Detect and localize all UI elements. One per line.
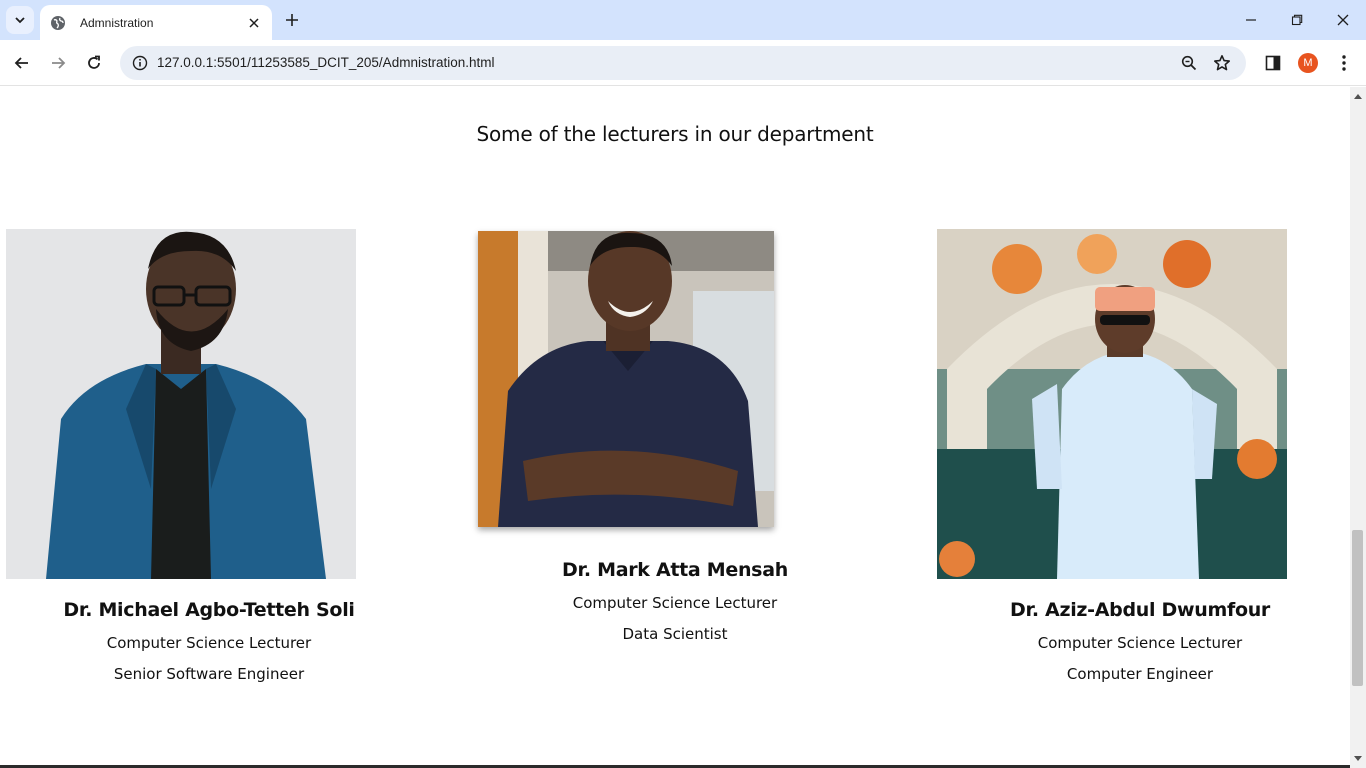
close-tab-icon[interactable] <box>244 13 264 33</box>
lecturer-photo <box>937 229 1287 579</box>
profile-avatar[interactable]: M <box>1298 53 1318 73</box>
bookmark-star-icon[interactable] <box>1210 51 1234 75</box>
reload-button[interactable] <box>80 49 108 77</box>
browser-menu-button[interactable] <box>1331 49 1357 77</box>
plus-icon <box>286 14 298 26</box>
forward-button[interactable] <box>44 49 72 77</box>
tab-search-button[interactable] <box>6 6 34 34</box>
lecturer-name: Dr. Michael Agbo-Tetteh Soli <box>63 599 355 621</box>
lecturer-name: Dr. Mark Atta Mensah <box>562 559 788 581</box>
globe-icon <box>50 15 66 31</box>
tab-title: Admnistration <box>80 15 154 30</box>
tab-strip: Admnistration <box>0 0 1366 40</box>
close-window-button[interactable] <box>1320 0 1366 40</box>
browser-toolbar: 127.0.0.1:5501/11253585_DCIT_205/Admnist… <box>0 40 1366 86</box>
restore-button[interactable] <box>1274 0 1320 40</box>
page-scrollbar[interactable] <box>1350 87 1366 768</box>
lecturer-name: Dr. Aziz-Abdul Dwumfour <box>1009 599 1270 621</box>
new-tab-button[interactable] <box>280 8 304 32</box>
lecturer-specialty: Data Scientist <box>622 625 728 643</box>
lecturer-specialty: Computer Engineer <box>1066 665 1214 683</box>
arrow-right-icon <box>52 57 66 69</box>
close-icon <box>1337 14 1349 26</box>
lecturer-photo <box>478 231 774 527</box>
page-viewport: Some of the lecturers in our department <box>0 87 1350 768</box>
lecturer-specialty: Senior Software Engineer <box>113 665 305 683</box>
lecturer-card: Dr. Michael Agbo-Tetteh Soli Computer Sc… <box>0 87 420 768</box>
scroll-up-arrow-icon[interactable] <box>1350 89 1366 103</box>
lecturer-card: Dr. Aziz-Abdul Dwumfour Computer Science… <box>930 87 1350 768</box>
reload-icon <box>88 55 100 69</box>
more-vertical-icon <box>1342 55 1346 71</box>
back-button[interactable] <box>8 49 36 77</box>
address-bar[interactable]: 127.0.0.1:5501/11253585_DCIT_205/Admnist… <box>120 46 1246 80</box>
side-panel-button[interactable] <box>1259 49 1287 77</box>
url-text[interactable]: 127.0.0.1:5501/11253585_DCIT_205/Admnist… <box>157 55 494 70</box>
arrow-left-icon <box>14 57 28 69</box>
minimize-button[interactable] <box>1228 0 1274 40</box>
scroll-down-arrow-icon[interactable] <box>1350 752 1366 766</box>
browser-tab-active[interactable]: Admnistration <box>40 5 272 40</box>
minimize-icon <box>1246 19 1256 21</box>
lecturer-role: Computer Science Lecturer <box>1037 634 1243 652</box>
lecturer-card: Dr. Mark Atta Mensah Computer Science Le… <box>440 87 910 768</box>
side-panel-icon <box>1265 55 1281 71</box>
chevron-down-icon <box>15 17 25 24</box>
restore-icon <box>1291 14 1303 26</box>
site-info-icon[interactable] <box>128 51 152 75</box>
scrollbar-thumb[interactable] <box>1352 530 1363 686</box>
lecturer-photo <box>6 229 356 579</box>
zoom-icon[interactable] <box>1177 51 1201 75</box>
lecturer-role: Computer Science Lecturer <box>572 594 778 612</box>
lecturer-role: Computer Science Lecturer <box>106 634 312 652</box>
